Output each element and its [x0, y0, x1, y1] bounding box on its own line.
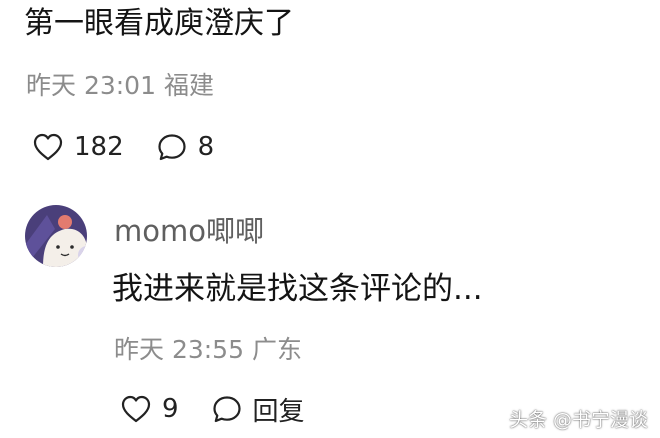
reply-like-count: 9	[162, 394, 179, 424]
reply-count: 8	[197, 132, 215, 162]
reply-reply-button[interactable]: 回复	[211, 391, 305, 428]
avatar[interactable]	[25, 205, 87, 267]
speech-bubble-icon	[156, 132, 188, 162]
reply-button-label: 回复	[252, 396, 305, 427]
comment-actions: 182 8	[32, 127, 214, 167]
watermark: 头条 @书宁漫谈	[508, 409, 648, 431]
reply-username[interactable]: momo唧唧	[114, 210, 264, 252]
reply-actions: 9 回复	[120, 388, 305, 430]
speech-bubble-icon	[211, 394, 243, 424]
reply-text: 我进来就是找这条评论的...	[112, 271, 483, 307]
heart-outline-icon	[32, 132, 64, 162]
reply-meta: 昨天 23:55 广东	[114, 335, 302, 364]
heart-outline-icon	[120, 394, 152, 424]
comment-button[interactable]: 8	[156, 132, 215, 162]
comment-text: 第一眼看成庾澄庆了	[24, 6, 294, 41]
like-count: 182	[74, 132, 124, 162]
like-button[interactable]: 182	[32, 132, 124, 162]
comment-meta: 昨天 23:01 福建	[26, 71, 214, 100]
reply-like-button[interactable]: 9	[120, 394, 179, 424]
